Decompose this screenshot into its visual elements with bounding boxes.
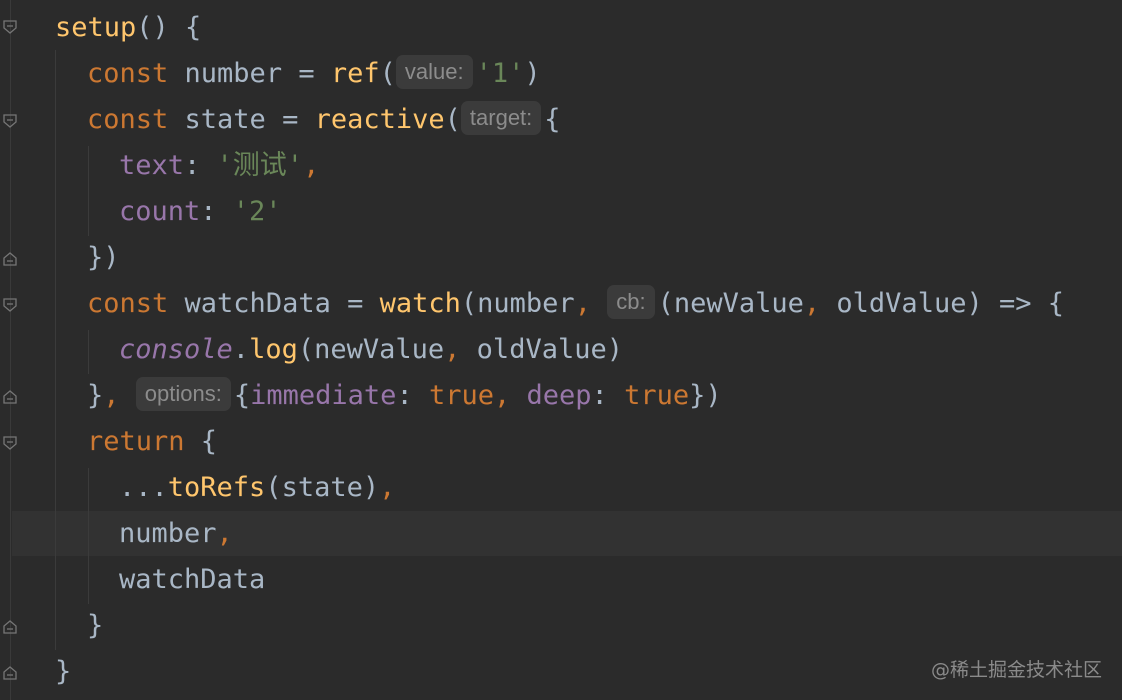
code-text: (	[379, 58, 396, 89]
code-text: )	[524, 58, 541, 89]
code-text: })	[689, 380, 722, 411]
code-text: }	[87, 380, 104, 411]
code-text: watchData =	[168, 288, 380, 319]
function-name: setup	[55, 12, 137, 43]
punctuation: ,	[216, 518, 233, 549]
fold-open-icon[interactable]	[2, 19, 18, 35]
string-literal: '2'	[232, 196, 282, 227]
code-text: number =	[168, 58, 331, 89]
global-object: console	[119, 334, 233, 365]
code-line-8[interactable]: console.log(newValue, oldValue)	[119, 327, 623, 373]
property-name: count	[119, 196, 201, 227]
fold-close-icon[interactable]	[2, 665, 18, 681]
code-text: }	[55, 656, 72, 687]
code-text: :	[396, 380, 429, 411]
code-line-11[interactable]: ...toRefs(state),	[119, 465, 395, 511]
code-line-15[interactable]: }	[55, 649, 71, 695]
code-line-10[interactable]: return {	[87, 419, 217, 465]
code-text: oldValue)	[460, 334, 623, 365]
code-text: (state)	[265, 472, 380, 503]
inlay-hint-options: options:	[135, 376, 231, 411]
function-name: ref	[330, 58, 380, 89]
property-name: deep	[526, 380, 592, 411]
code-line-14[interactable]: }	[87, 603, 103, 649]
code-line-6[interactable]: })	[87, 235, 120, 281]
code-line-12[interactable]: number,	[119, 511, 233, 557]
watermark: @稀土掘金技术社区	[930, 659, 1102, 681]
code-text: state =	[168, 104, 315, 135]
code-text: {	[184, 426, 218, 457]
indent-guide	[55, 50, 56, 650]
punctuation: ,	[444, 334, 461, 365]
code-text: {	[544, 104, 561, 135]
punctuation: ,	[574, 288, 591, 319]
code-text: :	[200, 196, 233, 227]
code-text: {	[233, 380, 251, 411]
indent-guide	[88, 146, 89, 236]
code-line-5[interactable]: count: '2'	[119, 189, 282, 235]
string-literal: '1'	[475, 58, 525, 89]
punctuation: ,	[103, 380, 120, 411]
code-text: })	[87, 242, 120, 273]
function-name: log	[249, 334, 298, 365]
fold-open-icon[interactable]	[2, 435, 18, 451]
function-name: reactive	[314, 104, 445, 135]
code-line-4[interactable]: text: '测试',	[119, 143, 319, 189]
code-line-1[interactable]: setup() {	[55, 5, 201, 51]
code-text: oldValue) => {	[820, 288, 1064, 319]
code-text: (newValue	[657, 288, 804, 319]
code-text: (newValue	[297, 334, 445, 365]
inlay-hint-target: target:	[460, 100, 542, 135]
code-line-13[interactable]: watchData	[119, 557, 265, 603]
keyword: return	[87, 426, 185, 457]
code-text: ...	[119, 472, 168, 503]
indent-guide	[88, 468, 89, 604]
code-line-7[interactable]: const watchData = watch(number, cb: (newV…	[87, 281, 1064, 327]
fold-open-icon[interactable]	[2, 113, 18, 129]
code-text: watchData	[119, 564, 266, 595]
punctuation: ,	[379, 472, 396, 503]
code-text: (	[444, 104, 461, 135]
code-text: (number	[460, 288, 575, 319]
punctuation: ,	[303, 150, 320, 181]
property-name: immediate	[250, 380, 397, 411]
keyword: const	[87, 104, 169, 135]
keyword: const	[87, 288, 169, 319]
keyword: true	[624, 380, 690, 411]
code-text: :	[591, 380, 625, 411]
indent-guide	[88, 330, 89, 374]
fold-close-icon[interactable]	[2, 389, 18, 405]
fold-close-icon[interactable]	[2, 251, 18, 267]
code-line-2[interactable]: const number = ref(value: '1')	[87, 51, 541, 97]
code-text: :	[184, 150, 217, 181]
code-text: number	[119, 518, 217, 549]
code-line-9[interactable]: }, options: {immediate: true, deep: true}…	[87, 373, 722, 419]
string-literal: '测试'	[216, 150, 304, 181]
keyword: const	[87, 58, 169, 89]
punctuation: ,	[493, 380, 511, 411]
inlay-hint-cb: cb:	[607, 284, 655, 319]
fold-open-icon[interactable]	[2, 297, 18, 313]
inlay-hint-value: value:	[395, 54, 473, 89]
punctuation: ,	[803, 288, 821, 319]
code-text: () {	[136, 12, 202, 43]
function-name: toRefs	[167, 472, 266, 503]
fold-close-icon[interactable]	[2, 619, 18, 635]
gutter-divider	[10, 0, 11, 700]
code-line-3[interactable]: const state = reactive(target:{	[87, 97, 561, 143]
property-name: text	[119, 150, 185, 181]
code-text: .	[232, 334, 250, 365]
keyword: true	[428, 380, 494, 411]
function-name: watch	[379, 288, 461, 319]
editor-gutter	[0, 0, 22, 700]
code-text: }	[87, 610, 104, 641]
